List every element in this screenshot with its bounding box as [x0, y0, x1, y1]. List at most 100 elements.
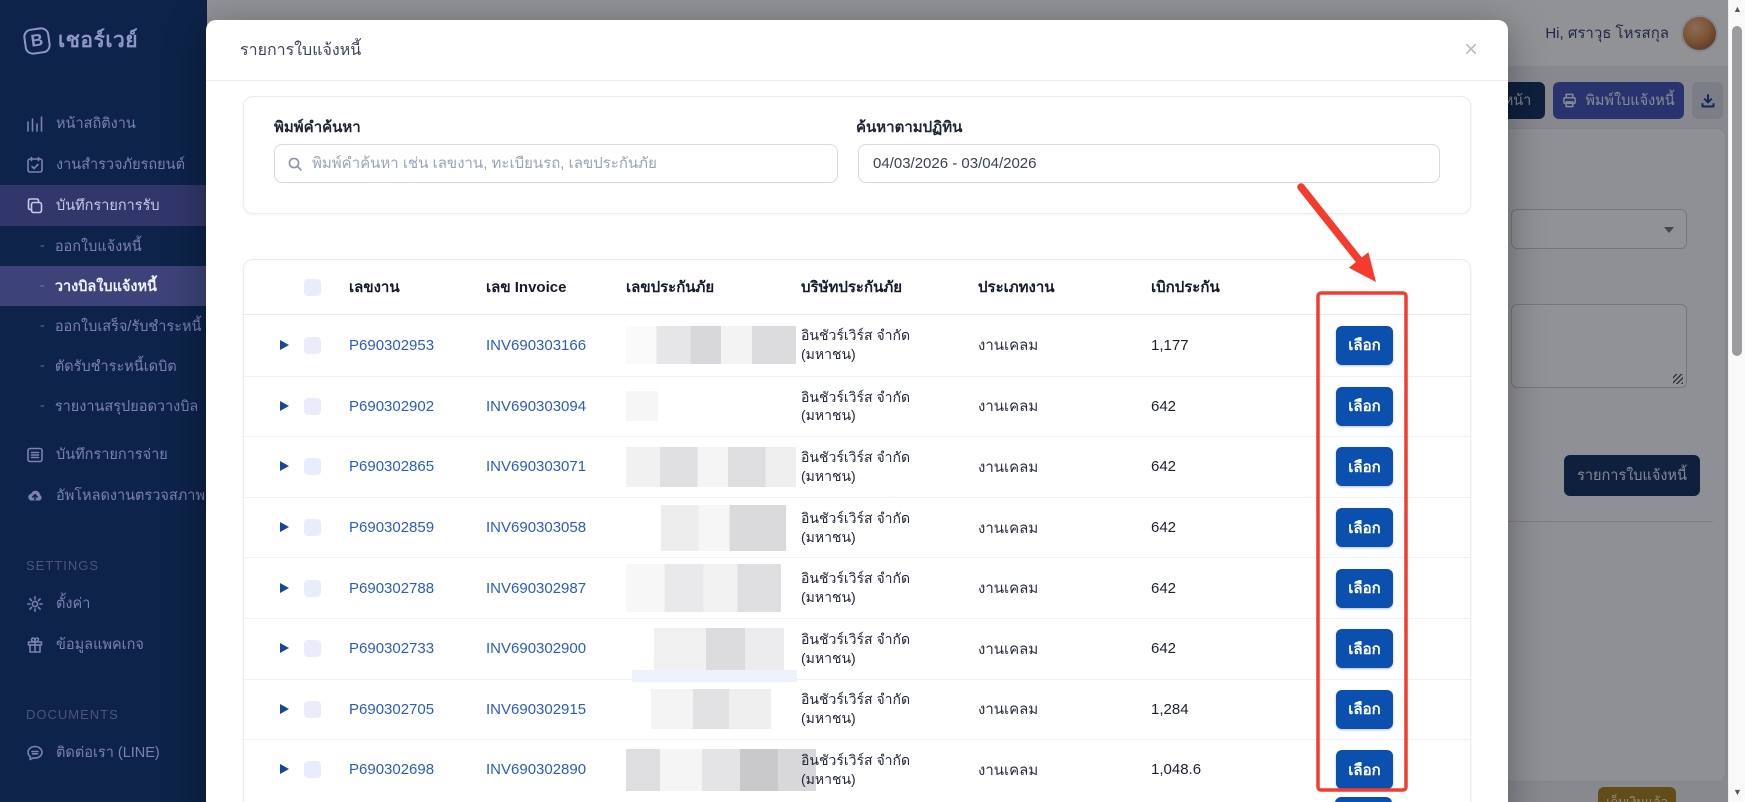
- job-type-cell: งานเคลม: [978, 576, 1151, 600]
- sidebar-item-contact-line[interactable]: ติดต่อเรา (LINE): [0, 732, 207, 773]
- invoice-number-link[interactable]: INV690302915: [486, 701, 626, 718]
- sidebar-subitem-debit[interactable]: - ตัดรับชำระหนี้เดบิต: [0, 346, 207, 386]
- row-checkbox[interactable]: [304, 640, 321, 657]
- expand-row-button[interactable]: [274, 518, 294, 538]
- policy-number-redacted: [626, 391, 658, 421]
- sidebar-item-receive[interactable]: บันทึกรายการรับ: [0, 185, 207, 226]
- scrollbar-up-arrow[interactable]: ▲: [1733, 5, 1742, 14]
- invoice-number-link[interactable]: INV690303058: [486, 519, 626, 536]
- job-number-link[interactable]: P690302953: [349, 337, 486, 354]
- insurance-company-cell: อินชัวร์เวิร์ส จำกัด (มหาชน): [801, 388, 959, 426]
- sidebar-item-upload[interactable]: อัพโหลดงานตรวจสภาพ: [0, 475, 207, 516]
- list-icon: [26, 446, 44, 464]
- calendar-check-icon: [26, 156, 44, 174]
- bar-chart-icon: [26, 115, 44, 133]
- brand-logo: B เชอร์เวย์: [0, 0, 207, 57]
- scrollbar-thumb[interactable]: [1732, 26, 1742, 356]
- gift-icon: [26, 636, 44, 654]
- sidebar-item-settings[interactable]: ตั้งค่า: [0, 583, 207, 624]
- select-button[interactable]: เลือก: [1336, 750, 1393, 789]
- job-number-link[interactable]: P690302705: [349, 701, 486, 718]
- expand-row-button[interactable]: [274, 578, 294, 598]
- row-checkbox[interactable]: [304, 580, 321, 597]
- gear-icon: [26, 595, 44, 613]
- expand-row-button[interactable]: [274, 396, 294, 416]
- claim-amount-cell: 1,284: [1151, 701, 1291, 718]
- job-number-link[interactable]: P690302788: [349, 580, 486, 597]
- expand-row-button[interactable]: [274, 760, 294, 780]
- job-number-link[interactable]: P690302902: [349, 398, 486, 415]
- claim-amount-cell: 642: [1151, 458, 1291, 475]
- select-button[interactable]: เลือก: [1336, 508, 1393, 547]
- job-type-cell: งานเคลม: [978, 333, 1151, 357]
- sidebar-item-package[interactable]: ข้อมูลแพคเกจ: [0, 624, 207, 665]
- invoice-number-link[interactable]: INV690302900: [486, 640, 626, 657]
- sidebar-subitem-billing[interactable]: - วางบิลใบแจ้งหนี้: [0, 266, 207, 306]
- select-button[interactable]: เลือก: [1336, 569, 1393, 608]
- policy-number-redacted: [626, 564, 781, 612]
- expand-row-button[interactable]: [274, 457, 294, 477]
- row-checkbox[interactable]: [304, 458, 321, 475]
- claim-amount-cell: 1,048.6: [1151, 761, 1291, 778]
- date-range-input[interactable]: [858, 144, 1440, 183]
- job-type-cell: งานเคลม: [978, 394, 1151, 418]
- copy-icon: [26, 197, 44, 215]
- invoice-number-link[interactable]: INV690302987: [486, 580, 626, 597]
- row-checkbox[interactable]: [304, 398, 321, 415]
- select-all-checkbox[interactable]: [304, 279, 321, 296]
- row-checkbox[interactable]: [304, 337, 321, 354]
- insurance-company-cell: อินชัวร์เวิร์ส จำกัด (มหาชน): [801, 690, 959, 728]
- invoice-table-card: เลขงาน เลข Invoice เลขประกันภัย บริษัทปร…: [243, 259, 1471, 802]
- select-button[interactable]: เลือก: [1336, 326, 1393, 365]
- invoice-number-link[interactable]: INV690303094: [486, 398, 626, 415]
- select-button[interactable]: เลือก: [1336, 629, 1393, 668]
- table-row: P690302865 INV690303071 อินชัวร์เวิร์ส จ…: [244, 436, 1470, 497]
- calendar-search-label: ค้นหาตามปฏิทิน: [856, 115, 962, 139]
- close-icon[interactable]: ×: [1464, 38, 1478, 62]
- sidebar-item-pay[interactable]: บันทึกรายการจ่าย: [0, 434, 207, 475]
- insurance-company-cell: อินชัวร์เวิร์ส จำกัด (มหาชน): [801, 509, 959, 547]
- sidebar-subitem-issue-invoice[interactable]: - ออกใบแจ้งหนี้: [0, 226, 207, 266]
- invoice-list-modal: รายการใบแจ้งหนี้ × พิมพ์คำค้นหา ค้นหาตาม…: [206, 20, 1508, 802]
- caret-right-icon: [280, 704, 289, 714]
- claim-amount-cell: 642: [1151, 580, 1291, 597]
- row-checkbox[interactable]: [304, 701, 321, 718]
- cloud-upload-icon: [26, 487, 44, 505]
- table-row: P690302705 INV690302915 อินชัวร์เวิร์ส จ…: [244, 679, 1470, 740]
- policy-number-redacted: [626, 749, 816, 791]
- expand-row-button[interactable]: [274, 335, 294, 355]
- header-insurance-company: บริษัทประกันภัย: [801, 275, 978, 299]
- settings-section-header: SETTINGS: [0, 558, 207, 573]
- table-row: P690302788 INV690302987 อินชัวร์เวิร์ส จ…: [244, 557, 1470, 618]
- invoice-number-link[interactable]: INV690303071: [486, 458, 626, 475]
- row-checkbox[interactable]: [304, 519, 321, 536]
- brand-logo-text: เชอร์เวย์: [58, 24, 138, 57]
- header-invoice-number: เลข Invoice: [486, 275, 626, 299]
- caret-right-icon: [280, 340, 289, 350]
- sidebar-subitem-receipt[interactable]: - ออกใบเสร็จ/รับชำระหนี้: [0, 306, 207, 346]
- brand-logo-icon: B: [22, 26, 51, 55]
- sidebar-subitem-summary[interactable]: - รายงานสรุปยอดวางบิล: [0, 386, 207, 426]
- job-number-link[interactable]: P690302733: [349, 640, 486, 657]
- sidebar-item-stats[interactable]: หน้าสถิติงาน: [0, 103, 207, 144]
- expand-row-button[interactable]: [274, 699, 294, 719]
- job-number-link[interactable]: P690302865: [349, 458, 486, 475]
- expand-row-button[interactable]: [274, 639, 294, 659]
- job-number-link[interactable]: P690302698: [349, 761, 486, 778]
- header-job-type: ประเภทงาน: [978, 275, 1151, 299]
- row-checkbox[interactable]: [304, 761, 321, 778]
- sidebar-item-survey[interactable]: งานสำรวจภัยรถยนต์: [0, 144, 207, 185]
- select-button[interactable]: เลือก: [1336, 447, 1393, 486]
- scrollbar-down-arrow[interactable]: ▼: [1733, 788, 1742, 797]
- page-scrollbar[interactable]: ▲ ▼: [1728, 0, 1745, 802]
- select-button-partial[interactable]: [1335, 797, 1392, 802]
- job-number-link[interactable]: P690302859: [349, 519, 486, 536]
- insurance-company-cell: อินชัวร์เวิร์ส จำกัด (มหาชน): [801, 326, 959, 364]
- caret-right-icon: [280, 764, 289, 774]
- invoice-number-link[interactable]: INV690303166: [486, 337, 626, 354]
- search-input[interactable]: [312, 155, 825, 172]
- select-button[interactable]: เลือก: [1336, 690, 1393, 729]
- select-button[interactable]: เลือก: [1336, 387, 1393, 426]
- invoice-number-link[interactable]: INV690302890: [486, 761, 626, 778]
- header-policy-number: เลขประกันภัย: [626, 275, 801, 299]
